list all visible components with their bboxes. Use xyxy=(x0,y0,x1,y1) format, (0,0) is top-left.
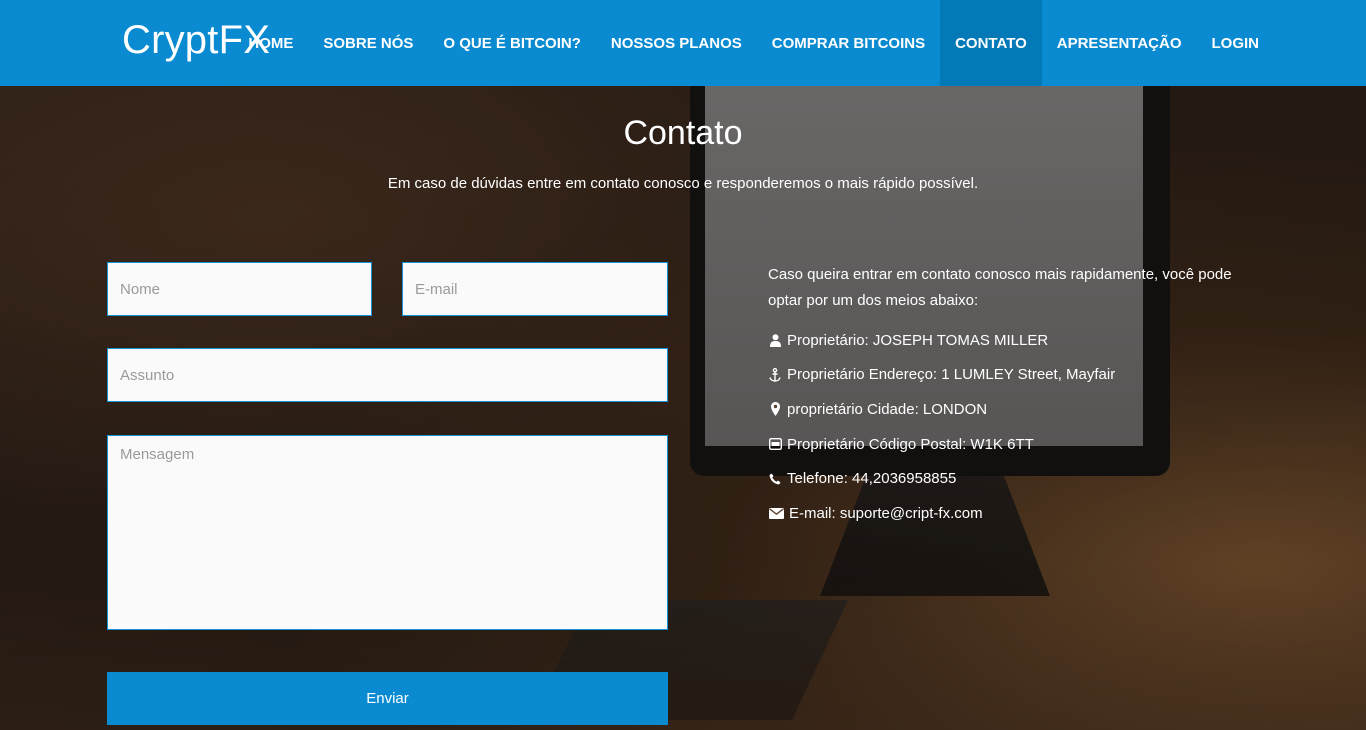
contact-info-intro: Caso queira entrar em contato conosco ma… xyxy=(768,266,1232,309)
main-nav: HOME SOBRE NÓS O QUE É BITCOIN? NOSSOS P… xyxy=(233,0,1274,86)
info-row-address: Proprietário Endereço: 1 LUMLEY Street, … xyxy=(768,358,1258,393)
phone-icon xyxy=(768,473,782,485)
info-row-text: Proprietário Código Postal: W1K 6TT xyxy=(787,435,1034,453)
info-row-text: proprietário Cidade: LONDON xyxy=(787,400,988,418)
info-row-city: proprietário Cidade: LONDON xyxy=(768,392,1258,427)
message-textarea[interactable] xyxy=(107,435,668,630)
nav-item-sobre-nos[interactable]: SOBRE NÓS xyxy=(308,0,428,86)
nav-item-contato[interactable]: CONTATO xyxy=(940,0,1042,86)
contact-info: Caso queira entrar em contato conosco ma… xyxy=(768,262,1258,531)
info-row-email: E-mail: suporte@cript-fx.com xyxy=(768,496,1258,531)
envelope-icon xyxy=(768,507,784,519)
navbar: CryptFX HOME SOBRE NÓS O QUE É BITCOIN? … xyxy=(0,0,1366,86)
map-marker-icon xyxy=(768,402,782,417)
nav-item-login[interactable]: LOGIN xyxy=(1197,0,1275,86)
info-row-text: E-mail: suporte@cript-fx.com xyxy=(789,504,983,522)
anchor-icon xyxy=(768,367,782,382)
nav-item-home[interactable]: HOME xyxy=(233,0,308,86)
name-input[interactable] xyxy=(107,262,372,316)
info-row-owner: Proprietário: JOSEPH TOMAS MILLER xyxy=(768,323,1258,358)
email-input[interactable] xyxy=(402,262,668,316)
info-row-text: Proprietário Endereço: 1 LUMLEY Street, … xyxy=(787,366,1116,384)
page-subtitle: Em caso de dúvidas entre em contato cono… xyxy=(387,175,979,192)
subject-input[interactable] xyxy=(107,348,668,402)
nav-item-o-que-e-bitcoin[interactable]: O QUE É BITCOIN? xyxy=(428,0,596,86)
nav-item-comprar-bitcoins[interactable]: COMPRAR BITCOINS xyxy=(757,0,940,86)
info-row-postal-code: Proprietário Código Postal: W1K 6TT xyxy=(768,427,1258,462)
contact-section: Contato Em caso de dúvidas entre em cont… xyxy=(0,86,1366,730)
user-icon xyxy=(768,334,782,347)
info-row-phone: Telefone: 44,2036958855 xyxy=(768,461,1258,496)
nav-item-nossos-planos[interactable]: NOSSOS PLANOS xyxy=(596,0,757,86)
nav-item-apresentacao[interactable]: APRESENTAÇÃO xyxy=(1042,0,1197,86)
page-title: Contato xyxy=(623,114,743,152)
info-row-text: Telefone: 44,2036958855 xyxy=(787,470,957,488)
info-row-text: Proprietário: JOSEPH TOMAS MILLER xyxy=(787,331,1049,349)
mailbox-icon xyxy=(768,438,782,451)
submit-button[interactable]: Enviar xyxy=(107,672,668,725)
